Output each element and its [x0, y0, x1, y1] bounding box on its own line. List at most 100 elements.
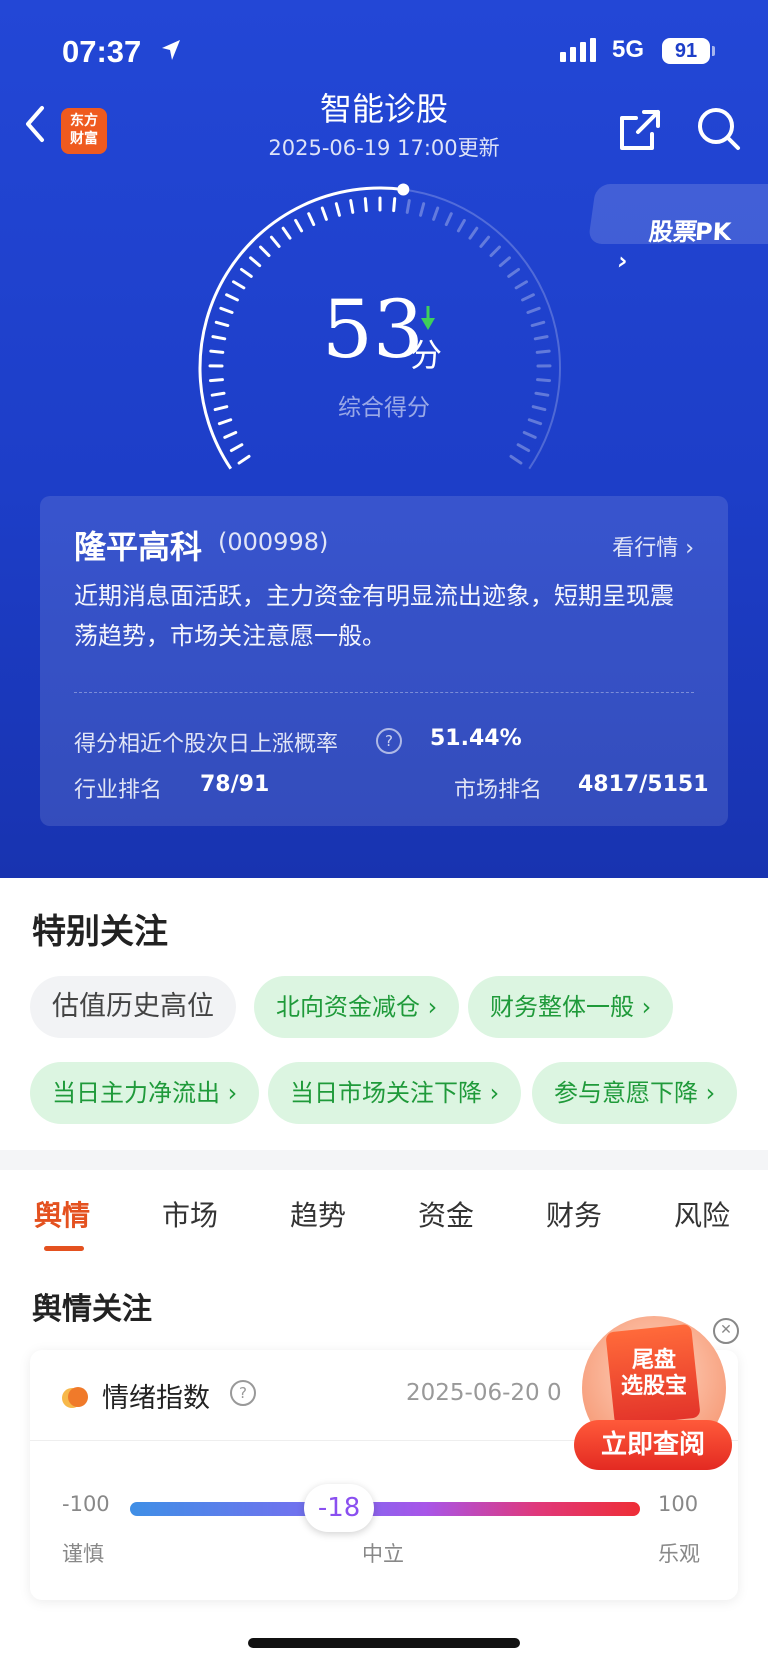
gauge-tick [219, 306, 234, 315]
gauge-tick [363, 197, 368, 213]
gauge-tick [468, 226, 479, 240]
gauge-tick [536, 378, 552, 383]
special-attention-section: 特别关注 估值历史高位 北向资金减仓 › 财务整体一般 › 当日主力净流出 › … [0, 878, 768, 1150]
hero-panel: 07:37 5G 91 东方 财富 智能诊股 2025-06-19 17:00更… [0, 0, 768, 878]
industry-rank-value: 78/91 [200, 772, 270, 797]
gauge-tick [456, 218, 466, 233]
share-icon[interactable] [618, 108, 662, 156]
gauge-tick [514, 280, 529, 290]
help-icon[interactable]: ? [376, 728, 402, 754]
signal-icon [560, 38, 600, 68]
scale-max: 100 [658, 1492, 699, 1516]
tab-risk[interactable]: 风险 [674, 1194, 730, 1234]
search-icon[interactable] [696, 106, 742, 156]
gauge-tick [307, 212, 316, 227]
gauge-tick [208, 378, 224, 383]
tag-main-outflow[interactable]: 当日主力净流出 › [30, 1062, 260, 1124]
help-icon[interactable]: ? [230, 1380, 256, 1406]
tag-northbound[interactable]: 北向资金减仓 › [254, 976, 460, 1038]
promo-widget[interactable]: 尾盘 选股宝 立即查阅 [574, 1312, 734, 1472]
tab-finance[interactable]: 财务 [546, 1194, 602, 1234]
label-optimistic: 乐观 [658, 1542, 700, 1566]
tag-participation-down[interactable]: 参与意愿下降 › [532, 1062, 738, 1124]
gauge-tick [489, 245, 501, 258]
tab-bar: 舆情 市场 趋势 资金 财务 风险 [0, 1170, 768, 1255]
tag-label: 当日主力净流出 [52, 1079, 220, 1107]
tag-label: 参与意愿下降 [554, 1079, 698, 1107]
tab-trend[interactable]: 趋势 [290, 1194, 346, 1234]
stock-summary-card: 隆平高科 (000998) 看行情 › 近期消息面活跃，主力资金有明显流出迹象，… [40, 496, 728, 826]
stock-name: 隆平高科 [74, 528, 203, 566]
tab-sentiment[interactable]: 舆情 [34, 1194, 90, 1234]
sentiment-icon [62, 1384, 88, 1414]
view-market-link[interactable]: 看行情 › [612, 530, 694, 562]
gauge-tick [479, 235, 491, 248]
gauge-pointer-dot [397, 183, 410, 196]
gauge-tick [209, 349, 225, 354]
gauge-tick [526, 306, 541, 315]
nav-bar: 东方 财富 智能诊股 2025-06-19 17:00更新 [0, 82, 768, 162]
gauge-tick [269, 235, 281, 248]
gauge-tick [211, 335, 227, 341]
gauge-tick [281, 226, 292, 240]
gauge-tick [225, 293, 239, 302]
tag-label: 当日市场关注下降 [290, 1079, 482, 1107]
gauge-tick [507, 267, 521, 278]
gauge-tick [444, 212, 453, 227]
gauge-tick [392, 197, 397, 213]
section-title: 特别关注 [32, 912, 168, 952]
gauge-tick [214, 320, 230, 328]
industry-rank-label: 行业排名 [74, 778, 163, 803]
gauge-tick [237, 454, 251, 465]
tag-label: 财务整体一般 [490, 993, 634, 1021]
score-label: 综合得分 [338, 395, 430, 421]
gauge-tick [334, 202, 341, 217]
gauge-tick [405, 199, 411, 214]
gauge-tick [530, 320, 546, 328]
stock-code: (000998) [218, 528, 329, 556]
promo-view-button[interactable]: 立即查阅 [574, 1420, 732, 1470]
market-rank-value: 4817/5151 [578, 772, 709, 797]
stock-pk-label: 股票PK [645, 218, 734, 246]
tag-attention-down[interactable]: 当日市场关注下降 › [268, 1062, 522, 1124]
battery-tip [712, 46, 715, 56]
gauge-tick [294, 218, 304, 233]
tag-valuation-high[interactable]: 估值历史高位 [30, 976, 236, 1038]
gauge-tick [419, 202, 426, 217]
divider [74, 692, 694, 693]
gauge-tick [522, 430, 537, 439]
gauge-tick [516, 443, 531, 453]
tab-market[interactable]: 市场 [162, 1194, 218, 1234]
gauge-tick [349, 199, 355, 214]
sentiment-value-knob[interactable]: -18 [304, 1484, 375, 1532]
close-icon[interactable]: ✕ [713, 1318, 739, 1344]
section-title: 舆情关注 [32, 1292, 152, 1327]
gauge-tick [231, 280, 246, 290]
gauge-tick [535, 349, 551, 354]
tag-finance[interactable]: 财务整体一般 › [468, 976, 674, 1038]
gauge-tick [249, 256, 262, 268]
sentiment-title: 情绪指数 [102, 1383, 210, 1414]
status-bar: 07:37 5G 91 [0, 32, 768, 72]
location-icon [160, 38, 182, 66]
gauge-tick [533, 335, 549, 341]
rise-probability-label: 得分相近个股次日上涨概率 [74, 732, 339, 757]
gauge-tick [432, 206, 440, 221]
home-indicator [248, 1638, 520, 1648]
stock-summary-text: 近期消息面活跃，主力资金有明显流出迹象，短期呈现震荡趋势，市场关注意愿一般。 [74, 582, 674, 650]
label-neutral: 中立 [362, 1542, 404, 1566]
gauge-tick [498, 256, 511, 268]
gauge-tick [509, 454, 523, 465]
tab-funds[interactable]: 资金 [418, 1194, 474, 1234]
stock-pk-button[interactable]: 股票PK › [587, 184, 768, 275]
gauge-tick [223, 430, 238, 439]
promo-title: 尾盘 选股宝 [614, 1348, 694, 1400]
market-rank-label: 市场排名 [454, 778, 543, 803]
label-cautious: 谨慎 [62, 1542, 104, 1566]
view-market-label: 看行情 [612, 536, 679, 561]
battery-icon: 91 [662, 38, 710, 64]
gauge-tick [259, 245, 271, 258]
tag-label: 估值历史高位 [52, 991, 214, 1022]
gauge-tick [239, 267, 253, 278]
promo-line2: 选股宝 [620, 1374, 687, 1399]
